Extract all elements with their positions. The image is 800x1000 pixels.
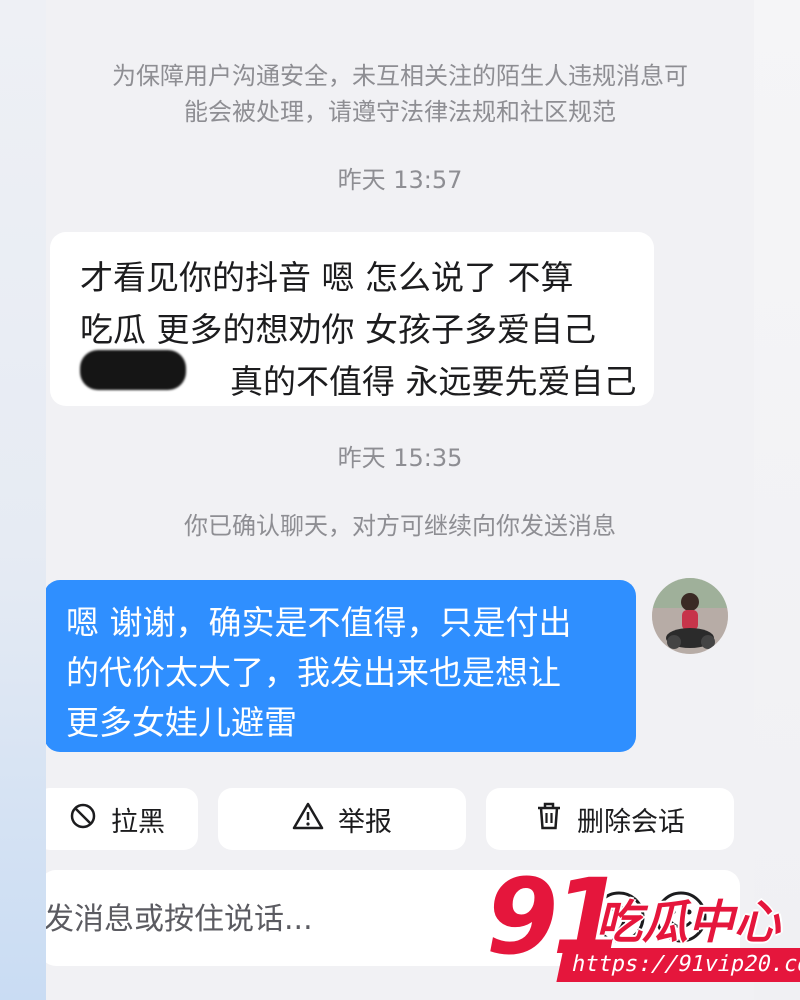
avatar[interactable] — [652, 578, 728, 654]
redaction-scribble — [80, 350, 186, 390]
timestamp-2: 昨天 15:35 — [337, 444, 463, 472]
background-right — [750, 0, 800, 1000]
report-label: 举报 — [338, 806, 392, 838]
watermark-brand: 吃瓜中心 — [596, 895, 780, 949]
delete-conversation-button[interactable]: 删除会话 — [486, 788, 734, 850]
block-button[interactable]: 拉黑 — [46, 788, 198, 850]
safety-notice: 为保障用户沟通安全，未互相关注的陌生人违规消息可 能会被处理，请遵守法律法规和社… — [46, 58, 754, 130]
safety-notice-line2: 能会被处理，请遵守法律法规和社区规范 — [184, 98, 616, 126]
outgoing-message-line1: 嗯 谢谢，确实是不值得，只是付出 — [66, 603, 572, 642]
background-left — [0, 0, 48, 1000]
incoming-message-line2: 吃瓜 更多的想劝你 女孩子多爱自己 — [80, 310, 596, 349]
watermark: 91 吃瓜中心 https://91vip20.com — [478, 862, 800, 990]
chat-screen: 为保障用户沟通安全，未互相关注的陌生人违规消息可 能会被处理，请遵守法律法规和社… — [46, 0, 754, 1000]
chat-confirmed-note: 你已确认聊天，对方可继续向你发送消息 — [184, 512, 616, 540]
outgoing-message-line2: 的代价太大了，我发出来也是想让 — [66, 653, 561, 692]
trash-icon — [535, 801, 563, 838]
incoming-message-line1: 才看见你的抖音 嗯 怎么说了 不算 — [80, 258, 574, 297]
timestamp-1: 昨天 13:57 — [337, 166, 463, 194]
safety-notice-line1: 为保障用户沟通安全，未互相关注的陌生人违规消息可 — [112, 62, 688, 90]
outgoing-message-bubble[interactable]: 嗯 谢谢，确实是不值得，只是付出 的代价太大了，我发出来也是想让 更多女娃儿避雷 — [46, 580, 636, 752]
block-icon — [69, 802, 97, 837]
message-input-placeholder[interactable]: 发消息或按住说话... — [46, 894, 313, 938]
watermark-url: https://91vip20.com — [556, 948, 800, 982]
block-label: 拉黑 — [111, 806, 165, 838]
outgoing-message-line3: 更多女娃儿避雷 — [66, 703, 297, 742]
report-button[interactable]: 举报 — [218, 788, 466, 850]
delete-label: 删除会话 — [577, 806, 685, 838]
warning-icon — [292, 801, 324, 838]
incoming-message-bubble[interactable]: 才看见你的抖音 嗯 怎么说了 不算 吃瓜 更多的想劝你 女孩子多爱自己 真的不值… — [50, 232, 654, 406]
